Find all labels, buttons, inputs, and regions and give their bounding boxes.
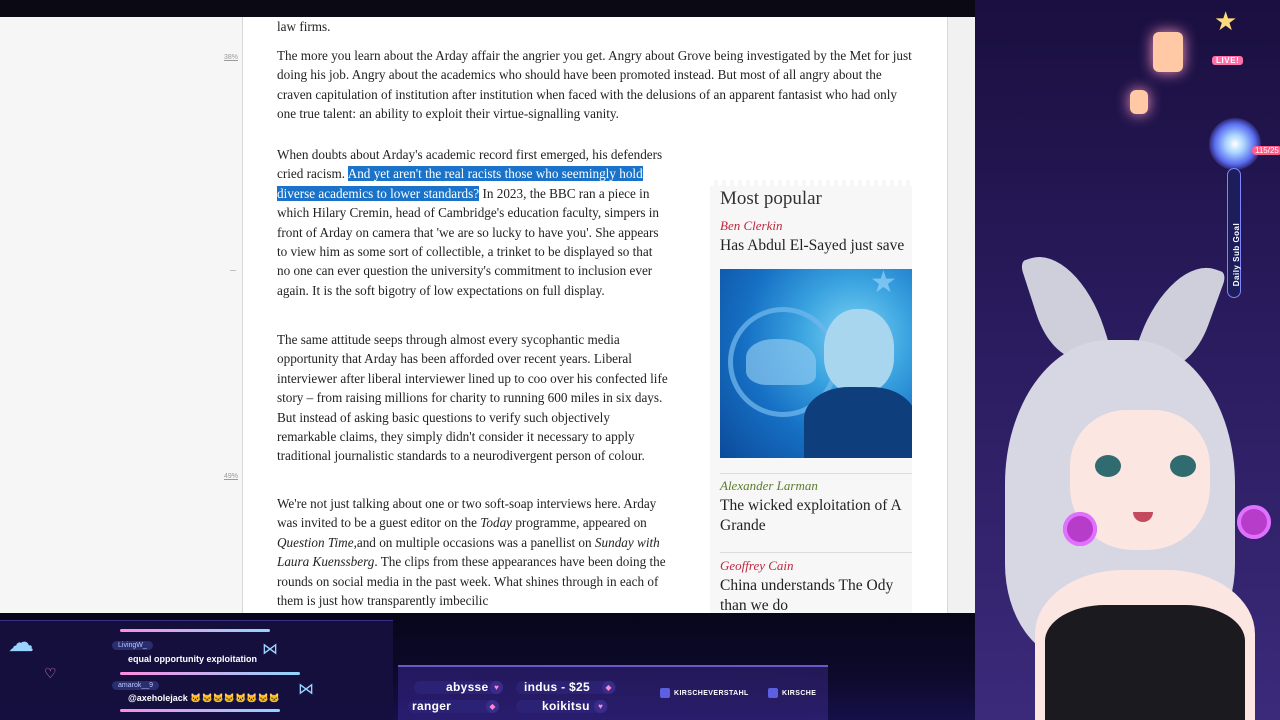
flower-icon	[1063, 512, 1097, 546]
programme-link: Today	[480, 515, 513, 531]
supporter-name: abysse	[446, 680, 489, 694]
goal-count: 115/25	[1252, 146, 1280, 155]
bow-icon: ⋈	[262, 641, 278, 658]
supporter-ticker: abysse ♥ indus - $25 ◆ ranger ◆ koikitsu…	[398, 665, 828, 720]
lantern-icon	[1130, 90, 1148, 114]
lantern-icon	[1153, 32, 1183, 72]
bow-icon: ⋈	[298, 681, 314, 698]
social-link[interactable]: KIRSCHE	[768, 688, 816, 702]
supporter-name: indus - $25	[524, 680, 590, 694]
popular-headline[interactable]: China understands The Ody	[720, 576, 893, 596]
right-eye	[1170, 455, 1196, 477]
popular-headline[interactable]: The wicked exploitation of A	[720, 496, 902, 516]
programme-link: Question Time	[277, 534, 354, 550]
scroll-marker: 38%	[224, 54, 239, 61]
chat-username: LivingW_	[112, 641, 153, 650]
torn-edge	[710, 180, 912, 186]
left-eye	[1095, 455, 1121, 477]
star-icon: ★	[1214, 6, 1238, 36]
article-paragraph: When doubts about Arday's academic recor…	[277, 145, 667, 300]
flower-icon	[1237, 505, 1271, 539]
most-popular-sidebar: Most popular Ben Clerkin Has Abdul El-Sa…	[710, 180, 912, 620]
intro-fragment: law firms.	[277, 19, 331, 34]
gem-icon: ◆	[486, 700, 499, 713]
popular-article-image[interactable]: ★	[720, 269, 912, 458]
avatar-outfit	[1045, 605, 1245, 720]
chat-username: amarok__9	[112, 681, 160, 690]
scroll-marker: 49%	[224, 473, 239, 480]
donkey-logo-icon	[746, 339, 816, 385]
paragraph-text: ,and on multiple occasions was a panelli…	[353, 534, 592, 550]
popular-author[interactable]: Geoffrey Cain	[720, 558, 794, 574]
social-handle: KIRSCHE	[782, 689, 817, 697]
heart-icon: ♥	[490, 681, 503, 694]
popular-headline[interactable]: Grande	[720, 516, 766, 536]
paragraph-text: In 2023, the BBC ran a piece in which Hi…	[277, 185, 660, 298]
article-paragraph: The more you learn about the Arday affai…	[277, 48, 912, 122]
portrait-shirt	[804, 387, 912, 458]
star-icon: ★	[870, 269, 897, 299]
paragraph-text: programme, appeared on	[515, 515, 647, 531]
chat-divider	[120, 709, 280, 712]
live-badge: LIVE!	[1212, 56, 1244, 65]
popular-author[interactable]: Ben Clerkin	[720, 218, 782, 234]
cat-icon: ☁	[8, 627, 34, 657]
vtuber-avatar	[975, 243, 1280, 720]
portrait-face	[824, 309, 894, 393]
popular-headline[interactable]: Has Abdul El-Sayed just save	[720, 236, 904, 256]
chat-panel: ☁ ♡ LivingW_ equal opportunity exploitat…	[0, 620, 393, 720]
divider	[720, 473, 912, 474]
gem-icon: ◆	[602, 681, 615, 694]
twitter-icon	[660, 688, 670, 698]
most-popular-title: Most popular	[720, 188, 822, 209]
supporter-name: koikitsu	[542, 699, 590, 713]
goal-orb	[1209, 118, 1261, 170]
heart-icon: ♥	[594, 700, 607, 713]
popular-author[interactable]: Alexander Larman	[720, 478, 818, 494]
scroll-tick	[230, 270, 236, 271]
page-margin	[948, 17, 975, 613]
social-link[interactable]: KIRSCHEVERSTAHL	[660, 688, 749, 702]
heart-icon: ♡	[44, 665, 57, 681]
divider	[720, 552, 912, 553]
chat-message: equal opportunity exploitation	[128, 654, 257, 664]
chat-divider	[120, 629, 270, 632]
article-paragraph: The same attitude seeps through almost e…	[277, 332, 668, 464]
chat-message: @axeholejack 🐱🐱🐱🐱🐱🐱🐱🐱	[128, 693, 280, 703]
social-handle: KIRSCHEVERSTAHL	[674, 689, 749, 697]
article-paragraph: We're not just talking about one or two …	[277, 494, 667, 610]
chat-divider	[120, 672, 300, 675]
supporter-name: ranger	[412, 699, 452, 713]
twitch-icon	[768, 688, 778, 698]
